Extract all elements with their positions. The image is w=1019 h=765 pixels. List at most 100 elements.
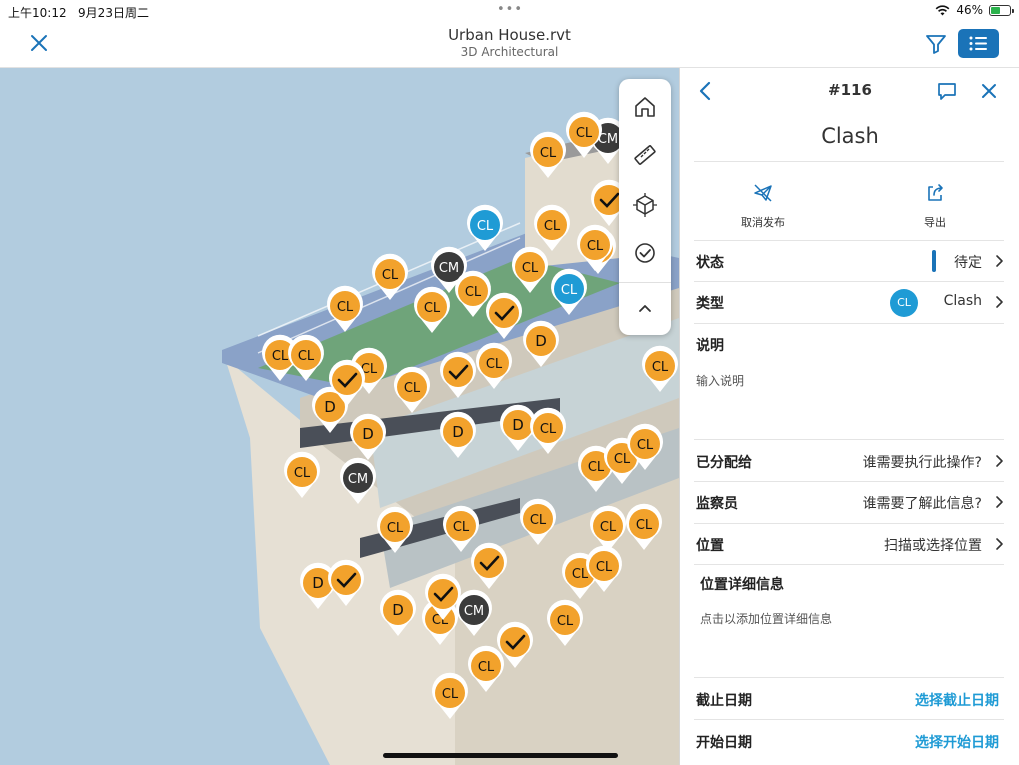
nav-bar: Urban House.rvt 3D Architectural [0, 22, 1019, 68]
chevron-up-icon[interactable] [632, 295, 658, 321]
chevron-right-icon [996, 538, 1003, 550]
description-row: 说明 [694, 324, 1004, 364]
issue-pin[interactable]: CL [432, 672, 468, 719]
select-due-date-link[interactable]: 选择截止日期 [915, 690, 999, 710]
issue-pin[interactable]: CL [455, 270, 491, 317]
issue-pin-label: D [312, 574, 324, 592]
home-icon[interactable] [632, 94, 658, 120]
model-viewer[interactable]: CL CM CL CL CL CL CL CL CM CL CL CL CL CL D CL CL CL D D D D C… [0, 68, 679, 765]
divider [694, 677, 1004, 678]
issue-pin[interactable]: CL [327, 285, 363, 332]
type-row[interactable]: 类型 CL Clash [694, 282, 1004, 322]
issue-pin[interactable]: CL [530, 407, 566, 454]
issue-pin[interactable]: D [440, 411, 476, 458]
issue-pin-label: CL [478, 660, 495, 675]
check-circle-icon[interactable] [632, 240, 658, 266]
issue-pin[interactable]: CL [468, 645, 504, 692]
issue-pin-label: CL [382, 268, 399, 283]
unpublish-button[interactable]: 取消发布 [718, 182, 808, 230]
export-button[interactable]: 导出 [890, 182, 980, 230]
issue-pin[interactable]: CL [642, 345, 678, 392]
issue-pin-label: CL [561, 283, 578, 298]
watchers-label: 监察员 [696, 496, 738, 512]
issue-pin[interactable]: CL [288, 334, 324, 381]
status-row[interactable]: 状态 待定 [694, 241, 1004, 281]
filter-icon[interactable] [924, 32, 948, 56]
list-icon [969, 36, 987, 51]
issue-number: #116 [828, 81, 872, 99]
issue-pins-layer: CL CM CL CL CL CL CL CL CM CL CL CL CL CL D CL CL CL D D D D C… [262, 111, 678, 719]
issue-pin-label: CL [636, 518, 653, 533]
issue-pin-label: CL [540, 146, 557, 161]
assigned-to-row[interactable]: 已分配给 谁需要执行此操作? [694, 441, 1004, 481]
issue-pin[interactable]: CM [340, 457, 376, 504]
issue-pin[interactable]: CL [414, 286, 450, 333]
issue-pin[interactable]: CL [372, 253, 408, 300]
issue-pin-label: CL [637, 438, 654, 453]
issue-pin[interactable]: CL [590, 505, 626, 552]
issue-pin[interactable] [440, 351, 476, 398]
issue-pin[interactable]: CM [456, 589, 492, 636]
export-icon [928, 184, 943, 201]
issue-pin[interactable] [328, 559, 364, 606]
issue-pin[interactable]: CL [520, 498, 556, 545]
issue-pin[interactable]: CL [626, 503, 662, 550]
issue-pin[interactable]: CL [534, 204, 570, 251]
issue-pin[interactable]: D [350, 413, 386, 460]
issue-pin[interactable]: CL [377, 506, 413, 553]
issue-pin[interactable] [486, 292, 522, 339]
section-box-icon[interactable] [632, 192, 658, 218]
viewer-toolbar [619, 79, 671, 335]
issue-pin-label: CL [477, 219, 494, 234]
measure-icon[interactable] [632, 142, 658, 168]
select-start-date-link[interactable]: 选择开始日期 [915, 732, 999, 752]
divider [694, 439, 1004, 440]
comment-icon[interactable] [936, 80, 958, 102]
issue-pin[interactable]: CL [547, 599, 583, 646]
issue-pin[interactable]: CL [476, 342, 512, 389]
issue-pin-label: D [392, 601, 404, 619]
issue-pin-label: CL [540, 422, 557, 437]
clock: 上午10:12 [8, 6, 67, 20]
issue-pin[interactable]: CL [530, 131, 566, 178]
home-indicator[interactable] [383, 753, 618, 758]
issue-pin[interactable]: CL [512, 246, 548, 293]
issue-pin[interactable]: CL [467, 204, 503, 251]
location-row[interactable]: 位置 扫描或选择位置 [694, 524, 1004, 564]
type-badge: CL [890, 289, 918, 317]
assigned-to-label: 已分配给 [696, 455, 752, 471]
export-label: 导出 [924, 216, 946, 229]
watchers-value: 谁需要了解此信息? [862, 496, 982, 512]
description-input[interactable]: 输入说明 [696, 372, 744, 389]
chevron-right-icon [996, 296, 1003, 308]
date: 9月23日周二 [78, 6, 149, 20]
issue-pin-label: CM [439, 261, 459, 276]
issue-pin-label: D [452, 423, 464, 441]
multitask-dots[interactable]: ••• [497, 2, 523, 17]
issue-pin[interactable]: CL [284, 451, 320, 498]
battery-percent: 46% [956, 3, 983, 17]
watchers-row[interactable]: 监察员 谁需要了解此信息? [694, 482, 1004, 522]
issue-pin[interactable]: CL [577, 224, 613, 271]
issue-pin[interactable]: CL [551, 268, 587, 315]
divider [694, 719, 1004, 720]
issue-pin-label: CL [596, 560, 613, 575]
location-details-input[interactable]: 点击以添加位置详细信息 [700, 610, 832, 627]
chevron-right-icon [996, 455, 1003, 467]
issue-pin[interactable]: CL [443, 505, 479, 552]
issue-pin[interactable]: CL [566, 111, 602, 158]
issue-pin[interactable]: CL [394, 366, 430, 413]
status-bar: 上午10:12 9月23日周二 ••• 46% [0, 0, 1019, 22]
issue-pin[interactable]: CL [586, 545, 622, 592]
toolbar-divider [619, 282, 671, 283]
issue-pin[interactable] [471, 542, 507, 589]
issue-pin[interactable]: D [380, 589, 416, 636]
battery-icon [989, 4, 1014, 16]
description-label: 说明 [696, 338, 724, 354]
issue-pin[interactable]: D [523, 320, 559, 367]
issue-pin-label: CL [522, 261, 539, 276]
close-icon[interactable] [978, 80, 1000, 102]
issue-detail-panel: #116 Clash 取消发布 导出 状态 待定 类型 CL Clash 说明 … [679, 68, 1019, 765]
issue-pin-label: CM [348, 472, 368, 487]
list-view-button[interactable] [958, 29, 999, 58]
